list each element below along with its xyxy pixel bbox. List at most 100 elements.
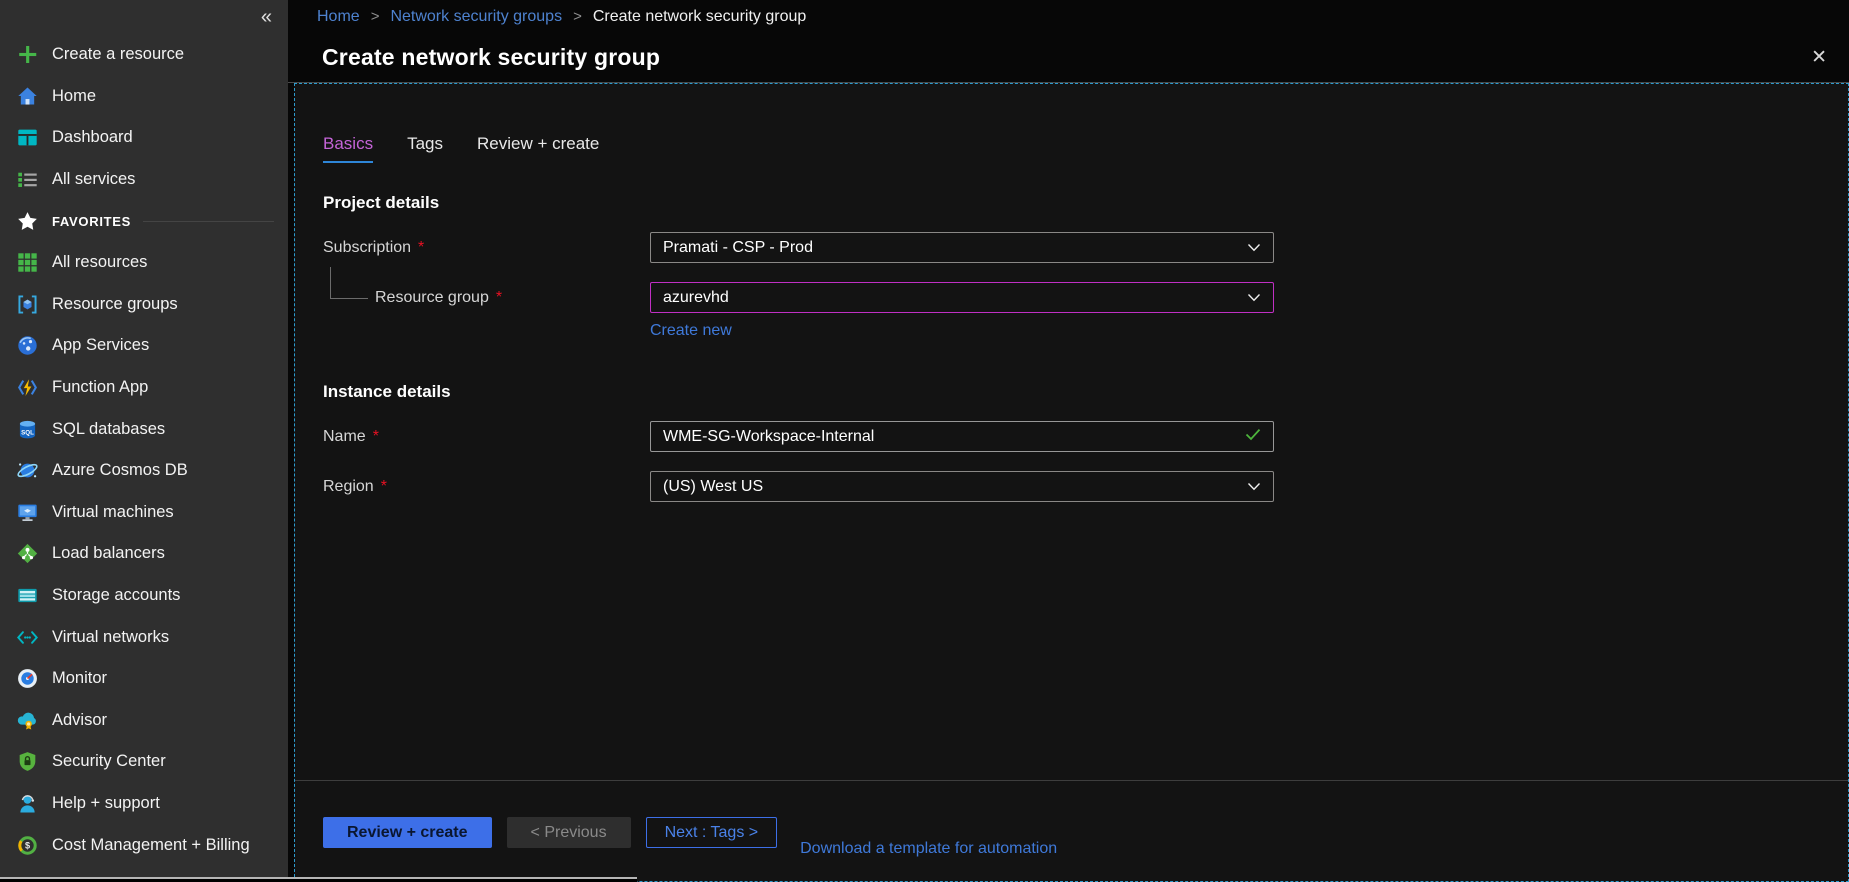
region-row: Region * (US) West US	[323, 471, 1808, 502]
sidebar-item-create-a-resource[interactable]: Create a resource	[0, 34, 288, 76]
required-asterisk: *	[418, 239, 424, 257]
sidebar-item-label: Create a resource	[52, 45, 184, 64]
load-balancer-icon	[16, 542, 39, 565]
hierarchy-connector-line	[330, 267, 368, 299]
required-asterisk: *	[373, 428, 379, 446]
sidebar-item-all-services[interactable]: All services	[0, 159, 288, 201]
sidebar-item-label: Dashboard	[52, 128, 133, 147]
close-icon[interactable]: ✕	[1811, 46, 1827, 69]
favorites-label: FAVORITES	[52, 214, 131, 229]
sidebar-item-label: SQL databases	[52, 420, 165, 439]
resource-group-label: Resource group *	[323, 289, 650, 307]
required-asterisk: *	[496, 289, 502, 307]
sidebar-item-label: Advisor	[52, 711, 107, 730]
sidebar-item-azure-cosmos-db[interactable]: Azure Cosmos DB	[0, 450, 288, 492]
sidebar-item-label: All services	[52, 170, 135, 189]
subscription-value: Pramati - CSP - Prod	[663, 239, 1247, 257]
sidebar-item-function-app[interactable]: Function App	[0, 367, 288, 409]
region-label: Region *	[323, 478, 650, 496]
create-new-link[interactable]: Create new	[650, 322, 732, 340]
chevron-down-icon	[1247, 239, 1261, 257]
blade-content: Basics Tags Review + create Project deta…	[294, 83, 1849, 882]
name-row: Name *	[323, 421, 1808, 452]
app-services-icon	[16, 334, 39, 357]
breadcrumb-separator-icon: >	[371, 8, 380, 25]
sidebar-item-label: Virtual machines	[52, 503, 174, 522]
sidebar-item-dashboard[interactable]: Dashboard	[0, 117, 288, 159]
download-template-link[interactable]: Download a template for automation	[800, 840, 1057, 858]
star-icon	[16, 210, 39, 233]
function-app-icon	[16, 376, 39, 399]
home-icon	[16, 85, 39, 108]
breadcrumb: Home > Network security groups > Create …	[288, 0, 1849, 33]
resource-group-select[interactable]: azurevhd	[650, 282, 1274, 313]
cost-management-icon: $	[16, 834, 39, 857]
favorites-divider	[143, 221, 274, 222]
cosmos-db-icon	[16, 459, 39, 482]
page-title: Create network security group	[322, 44, 660, 71]
valid-check-icon	[1245, 428, 1261, 446]
advisor-icon	[16, 709, 39, 732]
sidebar-item-cost-management-billing[interactable]: $ Cost Management + Billing	[0, 824, 288, 866]
name-input[interactable]	[663, 428, 1245, 446]
tab-review-create[interactable]: Review + create	[477, 134, 599, 163]
sidebar-item-label: Virtual networks	[52, 628, 169, 647]
sidebar-item-app-services[interactable]: App Services	[0, 325, 288, 367]
sidebar-item-label: Function App	[52, 378, 148, 397]
sidebar-item-load-balancers[interactable]: Load balancers	[0, 533, 288, 575]
sidebar-item-sql-databases[interactable]: SQL SQL databases	[0, 408, 288, 450]
sidebar-item-label: Security Center	[52, 752, 166, 771]
sidebar-item-virtual-machines[interactable]: Virtual machines	[0, 492, 288, 534]
sidebar-item-label: Help + support	[52, 794, 160, 813]
storage-account-icon	[16, 584, 39, 607]
help-support-icon	[16, 792, 39, 815]
svg-text:$: $	[25, 840, 30, 850]
required-asterisk: *	[381, 478, 387, 496]
tab-basics[interactable]: Basics	[323, 134, 373, 163]
region-select[interactable]: (US) West US	[650, 471, 1274, 502]
sidebar-item-monitor[interactable]: Monitor	[0, 658, 288, 700]
form-body: Basics Tags Review + create Project deta…	[295, 84, 1848, 502]
sidebar-collapse-button[interactable]: «	[261, 6, 272, 29]
sidebar-item-label: Monitor	[52, 669, 107, 688]
azure-portal-window: « Create a resource Home Dashboard All s…	[0, 0, 1849, 882]
sql-database-icon: SQL	[16, 418, 39, 441]
sidebar-favorites-heading: FAVORITES	[0, 200, 288, 242]
review-create-button[interactable]: Review + create	[323, 817, 492, 848]
breadcrumb-current-page: Create network security group	[593, 8, 806, 26]
sidebar-item-label: Storage accounts	[52, 586, 180, 605]
sidebar-item-help-support[interactable]: Help + support	[0, 783, 288, 825]
sidebar-item-security-center[interactable]: Security Center	[0, 741, 288, 783]
subscription-label: Subscription *	[323, 239, 650, 257]
window-bottom-edge	[0, 877, 637, 882]
chevron-down-icon	[1247, 478, 1261, 496]
footer-action-bar: Review + create < Previous Next : Tags >…	[295, 780, 1848, 881]
breadcrumb-home-link[interactable]: Home	[317, 8, 360, 26]
sidebar: « Create a resource Home Dashboard All s…	[0, 0, 288, 882]
resource-group-row: Resource group * azurevhd	[323, 282, 1808, 313]
tab-tags[interactable]: Tags	[407, 134, 443, 163]
resource-groups-icon	[16, 293, 39, 316]
content-spacer	[295, 502, 1848, 780]
sidebar-item-resource-groups[interactable]: Resource groups	[0, 284, 288, 326]
sidebar-item-label: Azure Cosmos DB	[52, 461, 188, 480]
virtual-machine-icon	[16, 501, 39, 524]
instance-details-heading: Instance details	[323, 382, 1808, 402]
sidebar-item-virtual-networks[interactable]: Virtual networks	[0, 616, 288, 658]
previous-button[interactable]: < Previous	[507, 817, 631, 848]
sidebar-item-all-resources[interactable]: All resources	[0, 242, 288, 284]
sidebar-item-storage-accounts[interactable]: Storage accounts	[0, 575, 288, 617]
monitor-icon	[16, 667, 39, 690]
name-input-wrapper	[650, 421, 1274, 452]
sidebar-item-label: All resources	[52, 253, 147, 272]
next-tags-button[interactable]: Next : Tags >	[646, 817, 778, 848]
sidebar-item-home[interactable]: Home	[0, 76, 288, 118]
subscription-select[interactable]: Pramati - CSP - Prod	[650, 232, 1274, 263]
list-icon	[16, 168, 39, 191]
name-label: Name *	[323, 428, 650, 446]
svg-text:SQL: SQL	[21, 429, 34, 436]
sidebar-item-label: Home	[52, 87, 96, 106]
breadcrumb-network-security-groups-link[interactable]: Network security groups	[390, 8, 562, 26]
sidebar-item-advisor[interactable]: Advisor	[0, 700, 288, 742]
sidebar-item-label: Cost Management + Billing	[52, 836, 250, 855]
